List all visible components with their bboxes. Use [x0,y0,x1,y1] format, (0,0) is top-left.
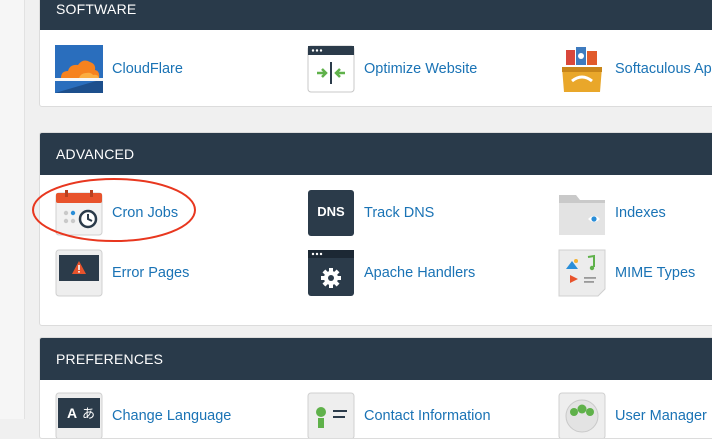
error-pages-item[interactable]: Error Pages [55,249,189,297]
track-dns-icon: DNS [307,189,355,237]
software-panel-title: SOFTWARE [40,0,712,30]
user-manager-item[interactable]: User Manager [558,392,707,438]
mime-types-item[interactable]: MIME Types [558,249,695,297]
dns-text: DNS [317,204,345,219]
track-dns-label: Track DNS [364,205,435,221]
cron-jobs-icon [55,189,103,237]
optimize-website-icon [307,45,355,93]
cloudflare-item[interactable]: CloudFlare [55,45,183,93]
change-language-item[interactable]: A あ Change Language [55,392,232,438]
software-panel: SOFTWARE CloudFlare Optimize Website Sof… [39,0,712,107]
track-dns-item[interactable]: DNS Track DNS [307,189,434,237]
softaculous-label: Softaculous Ap [615,61,712,77]
change-language-label: Change Language [112,408,232,424]
user-manager-label: User Manager [615,408,707,424]
cron-jobs-item[interactable]: Cron Jobs [55,189,178,237]
softaculous-item[interactable]: Softaculous Ap [558,45,712,93]
preferences-panel-title: PREFERENCES [40,338,712,380]
mime-types-label: MIME Types [615,265,696,281]
apache-handlers-label: Apache Handlers [364,265,476,281]
user-manager-icon [558,392,606,438]
error-pages-icon [55,249,103,297]
cloudflare-label: CloudFlare [112,61,183,77]
advanced-panel: ADVANCED Cron Jobs DNS Track DNS Indexes… [39,132,712,326]
optimize-website-label: Optimize Website [364,61,478,77]
indexes-label: Indexes [615,205,666,221]
error-pages-label: Error Pages [112,265,190,281]
optimize-website-item[interactable]: Optimize Website [307,45,477,93]
mime-types-icon [558,249,606,297]
contact-information-label: Contact Information [364,408,491,424]
indexes-folder-icon [558,189,606,237]
contact-information-item[interactable]: Contact Information [307,392,491,438]
apache-handlers-item[interactable]: Apache Handlers [307,249,475,297]
cloudflare-icon [55,45,103,93]
cron-jobs-label: Cron Jobs [112,205,179,221]
indexes-item[interactable]: Indexes [558,189,666,237]
softaculous-icon [558,45,606,93]
advanced-panel-title: ADVANCED [40,133,712,175]
preferences-panel: PREFERENCES A あ Change Language Contact … [39,337,712,439]
apache-handlers-icon [307,249,355,297]
change-language-icon: A あ [55,392,103,438]
contact-information-icon [307,392,355,438]
left-sidebar-edge [0,0,25,419]
